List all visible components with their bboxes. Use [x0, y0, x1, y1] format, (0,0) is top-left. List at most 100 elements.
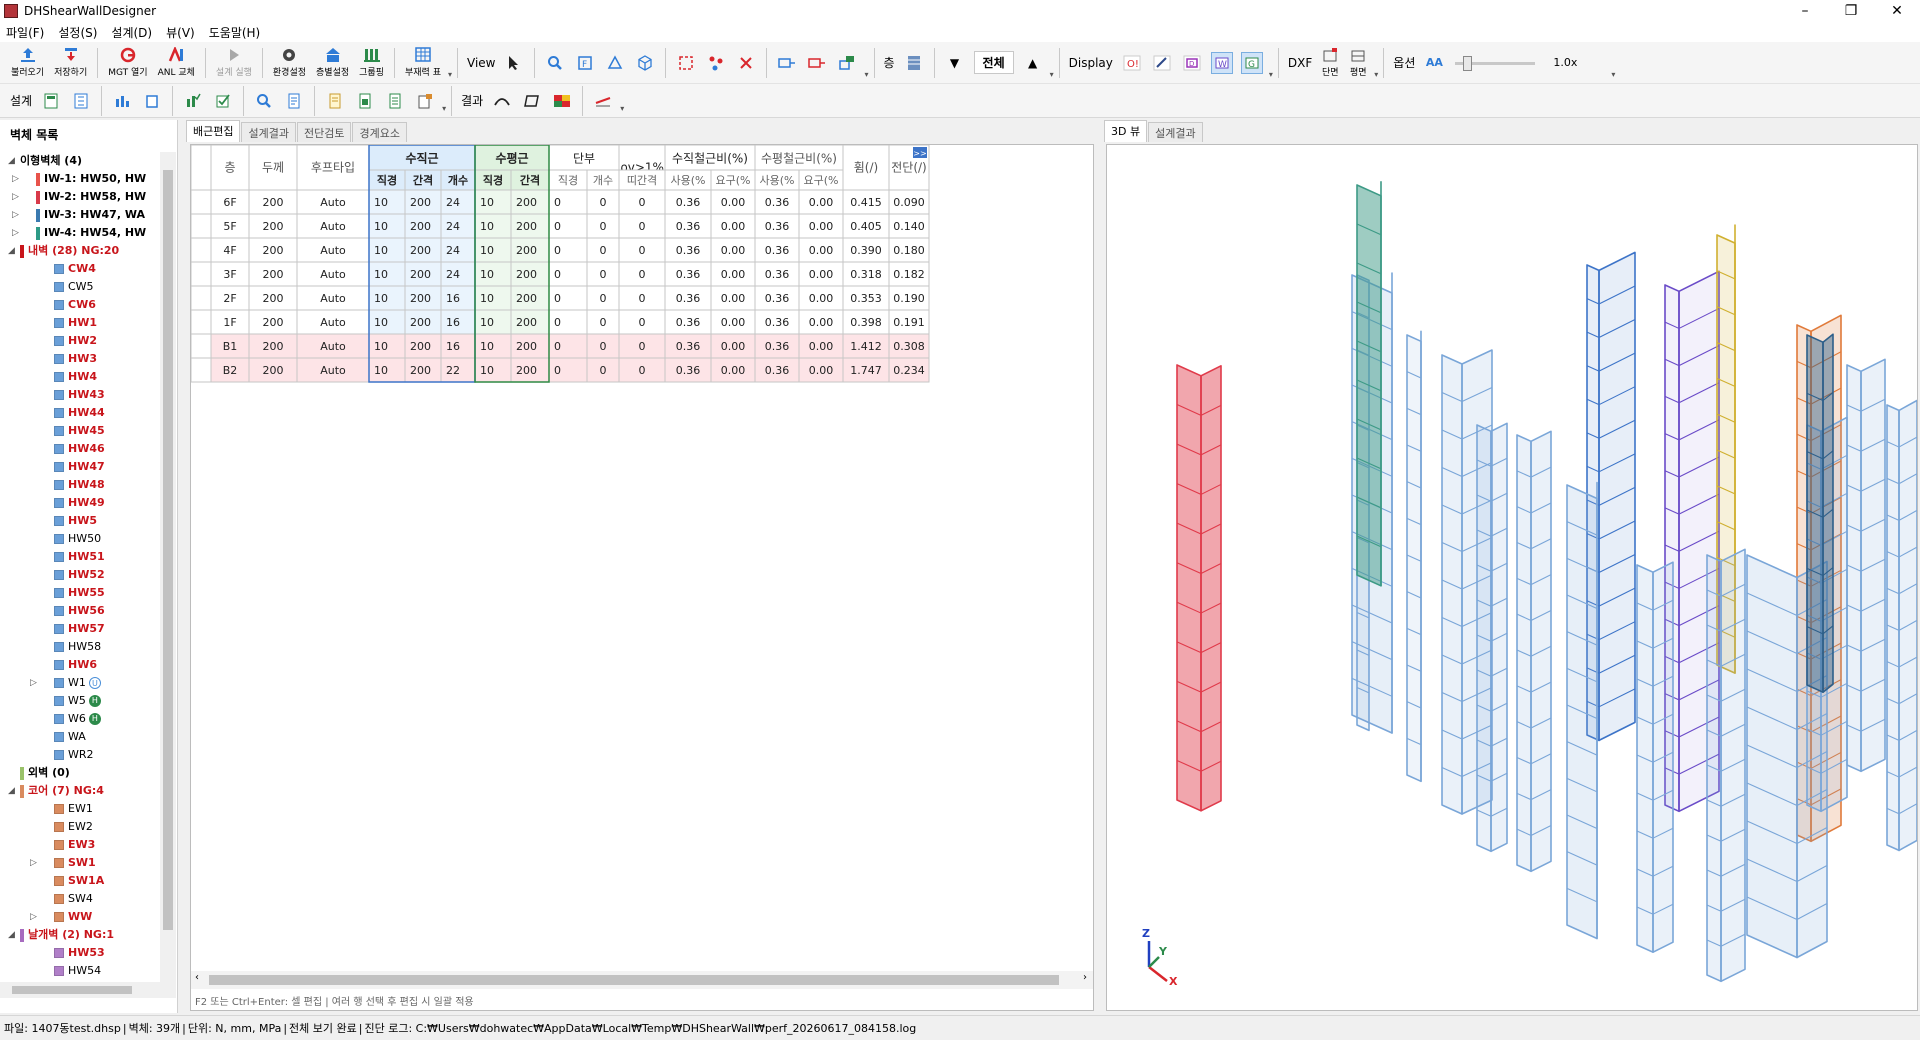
verify-button[interactable] — [212, 90, 234, 112]
tab-view-design-result[interactable]: 설계결과 — [1148, 122, 1203, 142]
toolbar-overflow[interactable]: ▾ — [1269, 70, 1273, 79]
sort-button[interactable] — [70, 90, 92, 112]
tree-item[interactable]: ◢ 코어 (7) NG:4 — [0, 782, 160, 800]
frame-button[interactable] — [521, 90, 543, 112]
display-wall-button[interactable]: W — [1210, 51, 1233, 74]
tree-item[interactable]: ▷ WW — [0, 908, 160, 926]
tree-item[interactable]: HW43 — [0, 386, 160, 404]
expand-icon[interactable]: ▷ — [12, 188, 19, 206]
zoom-button[interactable] — [544, 52, 566, 74]
expand-icon[interactable]: ▷ — [30, 854, 37, 872]
expand-icon[interactable]: ▷ — [12, 206, 19, 224]
colormap-button[interactable] — [551, 90, 573, 112]
tree-item[interactable]: HW58 — [0, 638, 160, 656]
collapse-icon[interactable]: ◢ — [8, 782, 15, 800]
tree-item[interactable]: HW55 — [0, 584, 160, 602]
tree-horizontal-scrollbar[interactable] — [0, 982, 176, 998]
tree-item[interactable]: HW5 — [0, 512, 160, 530]
expand-icon[interactable]: ▷ — [12, 170, 19, 188]
tree-item[interactable]: HW2 — [0, 332, 160, 350]
export-sheet-button[interactable] — [414, 90, 436, 112]
tree-item[interactable]: EW1 — [0, 800, 160, 818]
tree-item[interactable]: HW50 — [0, 530, 160, 548]
tree-item[interactable]: HW48 — [0, 476, 160, 494]
tree-item[interactable]: WA — [0, 728, 160, 746]
tree-item[interactable]: HW52 — [0, 566, 160, 584]
report-button[interactable] — [283, 90, 305, 112]
wall-3d-element[interactable] — [1886, 399, 1918, 852]
expand-icon[interactable]: ▷ — [30, 674, 37, 692]
display-id-button[interactable]: D — [1181, 52, 1203, 74]
restore-button[interactable]: ❐ — [1828, 0, 1874, 22]
tree-item[interactable]: EW3 — [0, 836, 160, 854]
tab-boundary-element[interactable]: 경계요소 — [352, 122, 407, 142]
display-bar-button[interactable]: O! — [1121, 52, 1143, 74]
wall-3d-element[interactable] — [1476, 422, 1508, 853]
toolbar-overflow[interactable]: ▾ — [1611, 70, 1615, 79]
diagram-button[interactable] — [592, 90, 614, 112]
dxf-plan-button[interactable]: 평면 — [1349, 44, 1367, 82]
tree-item[interactable]: ▷ IW-1: HW50, HW — [0, 170, 160, 188]
toolbar-overflow[interactable]: ▾ — [1050, 70, 1054, 79]
tree-item[interactable]: SW4 — [0, 890, 160, 908]
tree-item[interactable]: HW57 — [0, 620, 160, 638]
tree-item[interactable]: ◢ 내벽 (28) NG:20 — [0, 242, 160, 260]
menu-view[interactable]: 뷰(V) — [166, 24, 195, 41]
top-view-button[interactable] — [604, 52, 626, 74]
wall-3d-element[interactable] — [1706, 548, 1746, 983]
wall-3d-element[interactable] — [1516, 430, 1552, 873]
node-button[interactable] — [705, 52, 727, 74]
tree-item[interactable]: ◢ 날개벽 (2) NG:1 — [0, 926, 160, 944]
close-button[interactable]: ✕ — [1874, 0, 1920, 22]
member-table-button[interactable]: 부재력 표 — [405, 44, 441, 82]
floor-up-button[interactable]: ▲ — [1022, 52, 1044, 74]
wall-tree[interactable]: ◢ 이형벽체 (4) ▷ IW-1: HW50, HW ▷ IW-2: HW58, HW ▷… — [0, 152, 160, 982]
font-size-button[interactable]: AA — [1423, 52, 1445, 74]
minimize-button[interactable]: – — [1782, 0, 1828, 22]
clear-button[interactable] — [735, 52, 757, 74]
3d-viewport[interactable]: ZY X — [1106, 144, 1918, 1011]
tree-item[interactable]: W6 H — [0, 710, 160, 728]
sheet-button[interactable] — [384, 90, 406, 112]
tree-item[interactable]: WR2 — [0, 746, 160, 764]
all-floors-button[interactable] — [903, 52, 925, 74]
copy-button[interactable] — [141, 90, 163, 112]
floor-settings-button[interactable]: 층별설정 — [316, 44, 349, 82]
wall-3d-element[interactable] — [1636, 561, 1674, 954]
tree-item[interactable]: HW56 — [0, 602, 160, 620]
collapse-icon[interactable]: ◢ — [8, 242, 15, 260]
label-on-button[interactable] — [776, 52, 798, 74]
tree-vertical-scrollbar[interactable] — [160, 152, 176, 982]
curve-button[interactable] — [491, 90, 513, 112]
tree-item[interactable]: ▷ IW-3: HW47, WA — [0, 206, 160, 224]
zoom-slider[interactable] — [1455, 55, 1536, 71]
iso-view-button[interactable] — [634, 52, 656, 74]
wall-3d-element[interactable] — [1176, 364, 1222, 812]
tree-item[interactable]: ▷ SW1 — [0, 854, 160, 872]
wall-3d-element[interactable] — [1846, 358, 1886, 773]
slider-thumb[interactable] — [1463, 55, 1473, 71]
fit-button[interactable] — [675, 52, 697, 74]
tree-item[interactable]: ▷ IW-4: HW54, HW — [0, 224, 160, 242]
tab-design-result[interactable]: 설계결과 — [241, 122, 296, 142]
scroll-thumb[interactable] — [163, 170, 173, 930]
tree-item[interactable]: HW51 — [0, 548, 160, 566]
chart-check-button[interactable] — [182, 90, 204, 112]
scroll-thumb[interactable] — [209, 975, 1059, 985]
menu-file[interactable]: 파일(F) — [6, 24, 44, 41]
tree-item[interactable]: W5 H — [0, 692, 160, 710]
tree-item[interactable]: HW4 — [0, 368, 160, 386]
tree-item[interactable]: ▷ W1 U — [0, 674, 160, 692]
floor-down-button[interactable]: ▼ — [944, 52, 966, 74]
grouping-button[interactable]: 그룹핑 — [359, 44, 384, 82]
search-button[interactable] — [253, 90, 275, 112]
collapse-icon[interactable]: ◢ — [8, 926, 15, 944]
toolbar-overflow[interactable]: ▾ — [442, 104, 446, 113]
tree-item[interactable]: HW54 — [0, 962, 160, 980]
excel-button[interactable] — [354, 90, 376, 112]
tree-item[interactable]: ◢ 이형벽체 (4) — [0, 152, 160, 170]
tree-item[interactable]: CW6 — [0, 296, 160, 314]
collapse-icon[interactable]: ◢ — [8, 152, 15, 170]
tree-item[interactable]: EW2 — [0, 818, 160, 836]
tree-item[interactable]: SW1A — [0, 872, 160, 890]
